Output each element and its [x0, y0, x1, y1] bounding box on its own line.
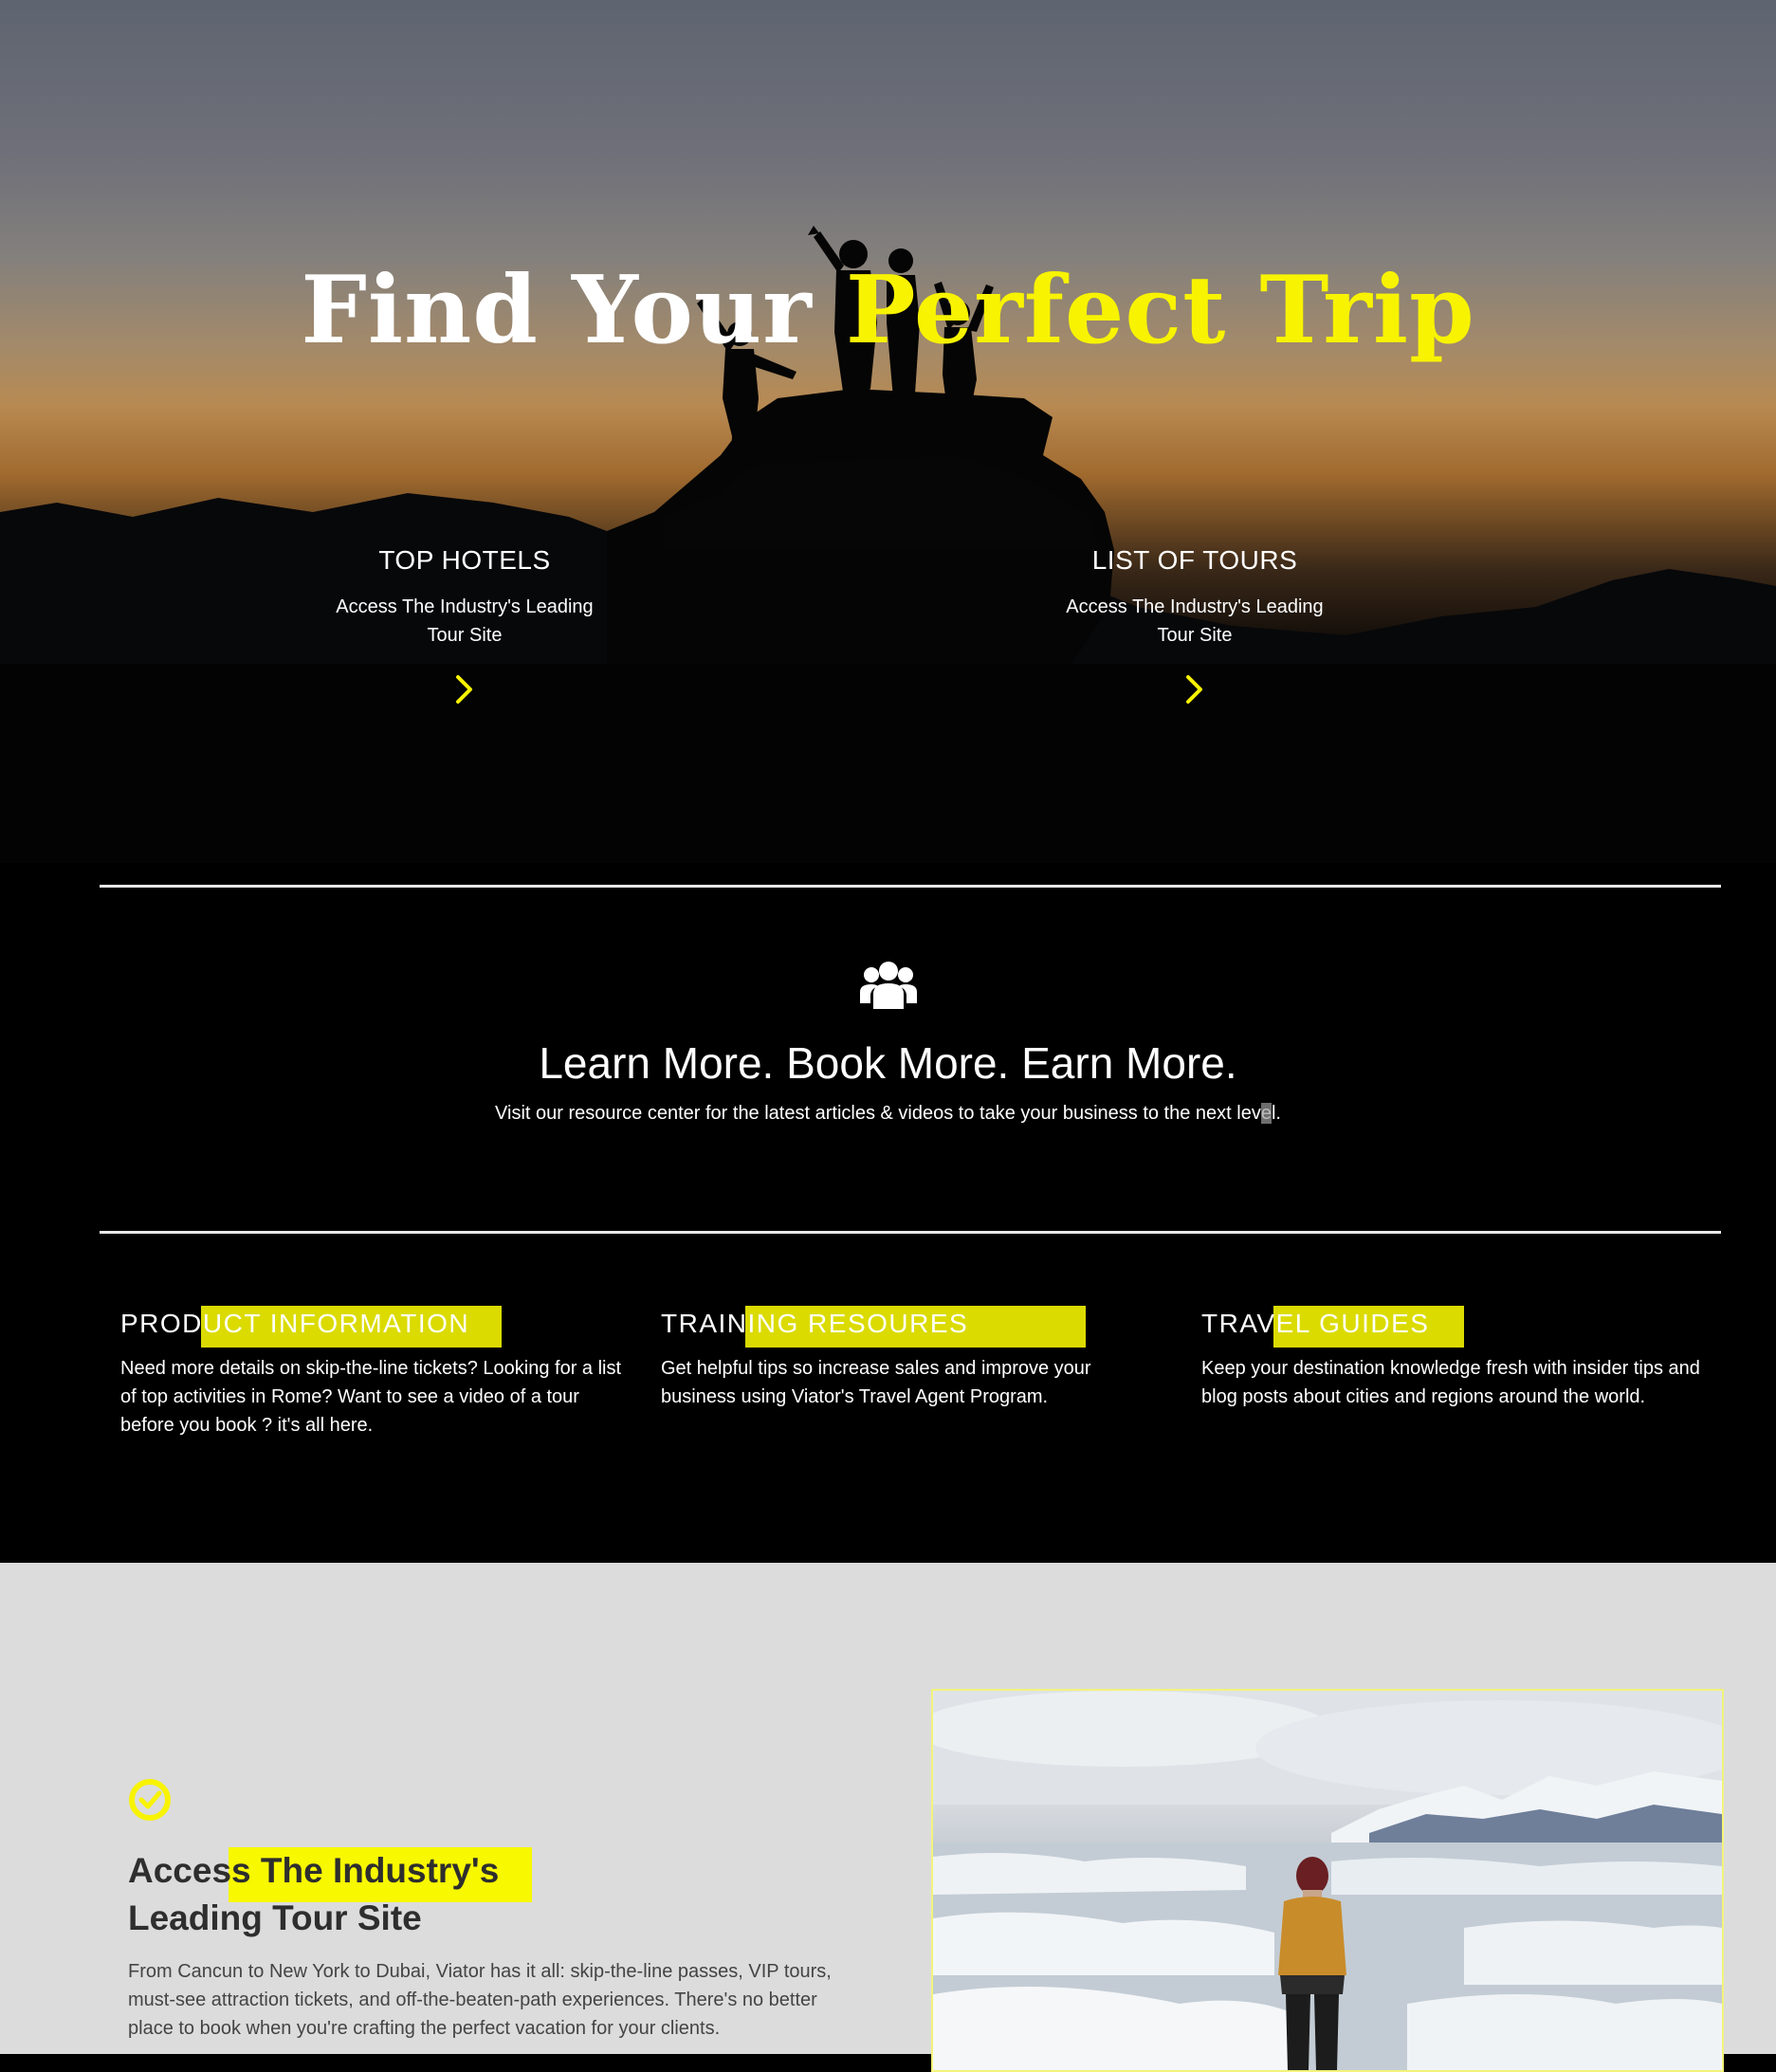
feature-title-line: Access The Industry's: [128, 1851, 500, 1890]
check-circle-icon: [127, 1777, 173, 1827]
feature-section: Access The Industry's Leading Tour Site …: [0, 1563, 1776, 2072]
hero-title-white: Find Your: [301, 256, 846, 365]
glacier-photo: [931, 1689, 1724, 2072]
card-text: Access The Industry's Leading Tour Site: [1066, 596, 1324, 646]
card-text: Access The Industry's Leading Tour Site: [336, 596, 594, 646]
divider: [100, 885, 1721, 888]
feature-title-line: Leading Tour Site: [128, 1898, 422, 1937]
resource-title[interactable]: TRAVEL GUIDES: [1201, 1301, 1704, 1348]
hero-section: Find Your Perfect Trip TOP HOTELS Access…: [0, 0, 1776, 863]
resource-title[interactable]: TRAINING RESOURES: [661, 1301, 1163, 1348]
chevron-right-icon[interactable]: [1183, 674, 1206, 709]
divider: [100, 1231, 1721, 1234]
text-cursor: e: [1260, 1103, 1272, 1124]
resource-title-text: TRAVEL GUIDES: [1201, 1309, 1430, 1338]
chevron-right-icon[interactable]: [453, 674, 476, 709]
list-of-tours-card: LIST OF TOURS Access The Industry's Lead…: [1005, 545, 1384, 709]
resource-text: Need more details on skip-the-line ticke…: [120, 1358, 622, 1436]
resource-title[interactable]: PRODUCT INFORMATION: [120, 1301, 623, 1348]
learn-text-part: l.: [1271, 1103, 1281, 1124]
users-icon: [859, 958, 917, 1016]
learn-more-heading: Learn More. Book More. Earn More.: [539, 1038, 1237, 1088]
learn-more-text: Visit our resource center for the latest…: [0, 1103, 1776, 1125]
resource-title-text: TRAINING RESOURES: [661, 1309, 969, 1338]
learn-more-section: Learn More. Book More. Earn More. Visit …: [0, 958, 1776, 1125]
training-resources-column: TRAINING RESOURES Get helpful tips so in…: [661, 1301, 1163, 1411]
feature-title: Access The Industry's Leading Tour Site: [128, 1847, 621, 1942]
resource-text: Keep your destination knowledge fresh wi…: [1201, 1358, 1700, 1407]
hero-title: Find Your Perfect Trip: [0, 254, 1776, 368]
travel-guides-column: TRAVEL GUIDES Keep your destination know…: [1201, 1301, 1704, 1411]
hero-title-highlight: Perfect Trip: [845, 256, 1475, 365]
top-hotels-card: TOP HOTELS Access The Industry's Leading…: [275, 545, 654, 709]
mountain-silhouette: [0, 226, 1776, 863]
resource-title-text: PRODUCT INFORMATION: [120, 1309, 470, 1338]
resource-text: Get helpful tips so increase sales and i…: [661, 1358, 1091, 1407]
card-title: TOP HOTELS: [378, 545, 551, 575]
card-title: LIST OF TOURS: [1091, 545, 1298, 575]
learn-text-part: Visit our resource center for the latest…: [495, 1103, 1261, 1124]
product-information-column: PRODUCT INFORMATION Need more details on…: [120, 1301, 623, 1439]
feature-text: From Cancun to New York to Dubai, Viator…: [128, 1961, 832, 2039]
